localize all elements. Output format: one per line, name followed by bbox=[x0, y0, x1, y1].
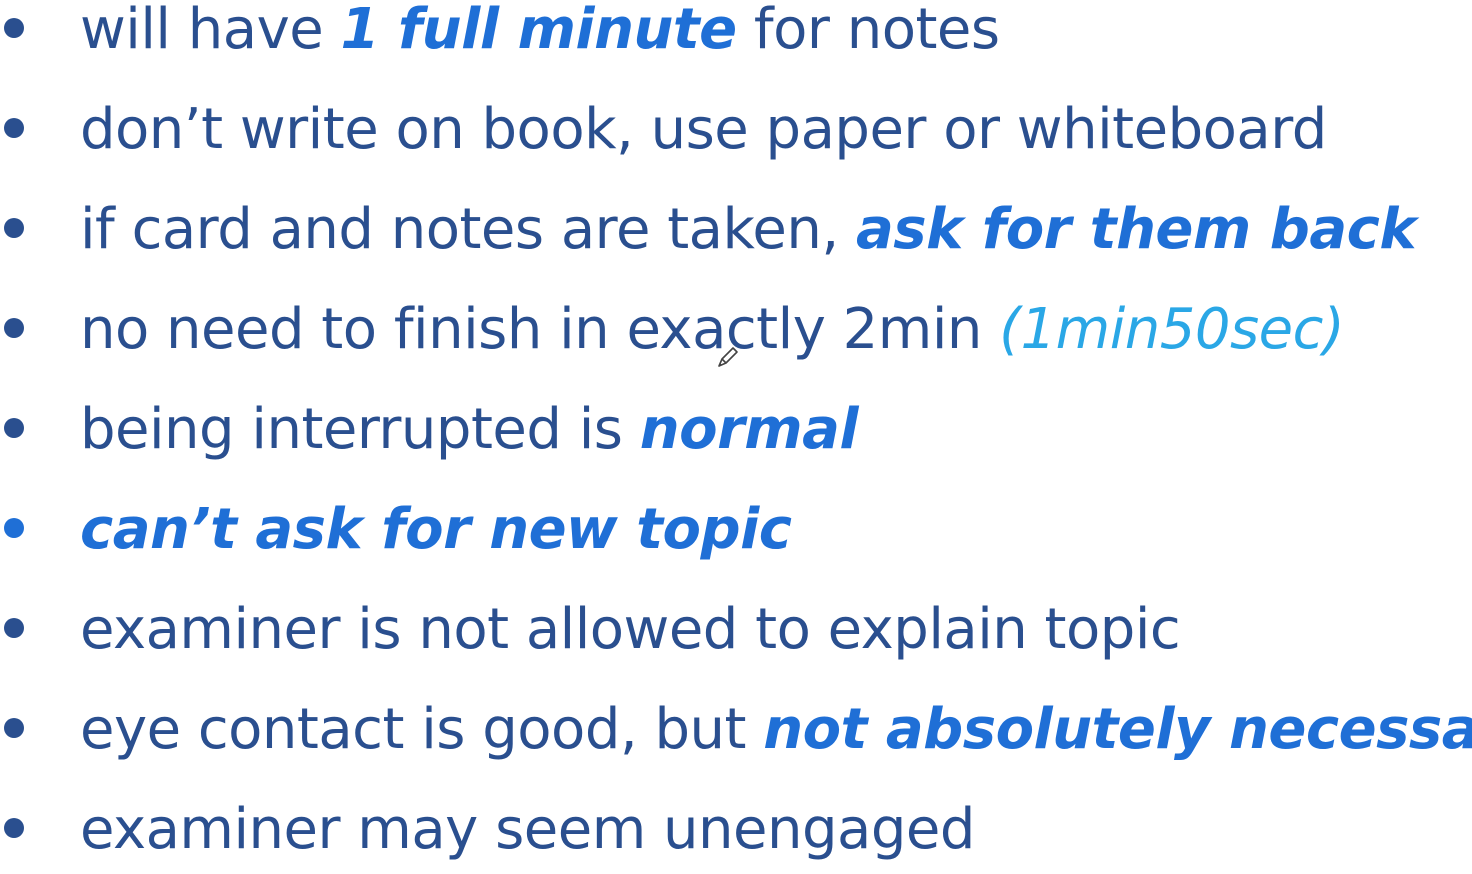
bullet-text: if card and notes are taken, bbox=[80, 197, 856, 262]
bullet-text: will have bbox=[80, 0, 341, 62]
bullet-dot-icon bbox=[4, 718, 24, 738]
bullet-item: being interrupted is normal bbox=[0, 390, 1472, 490]
bullet-dot-icon bbox=[4, 518, 24, 538]
bullet-text: no need to finish in exactly 2min bbox=[80, 297, 1000, 362]
bullet-item: examiner is not allowed to explain topic bbox=[0, 590, 1472, 690]
bullet-dot-icon bbox=[4, 118, 24, 138]
bullet-item: will have 1 full minute for notes bbox=[0, 0, 1472, 90]
bullet-list: will have 1 full minute for notes don’t … bbox=[0, 0, 1472, 874]
bullet-emphasis: normal bbox=[639, 397, 859, 462]
bullet-item: eye contact is good, but not absolutely … bbox=[0, 690, 1472, 790]
bullet-emphasis: can’t ask for new topic bbox=[80, 497, 792, 562]
bullet-item: can’t ask for new topic bbox=[0, 490, 1472, 590]
bullet-item: examiner may seem unengaged bbox=[0, 790, 1472, 874]
bullet-aside: (1min50sec) bbox=[999, 297, 1345, 362]
bullet-dot-icon bbox=[4, 218, 24, 238]
bullet-text: examiner may seem unengaged bbox=[80, 797, 975, 862]
bullet-dot-icon bbox=[4, 418, 24, 438]
bullet-item: no need to finish in exactly 2min (1min5… bbox=[0, 290, 1472, 390]
bullet-dot-icon bbox=[4, 318, 24, 338]
bullet-dot-icon bbox=[4, 18, 24, 38]
bullet-emphasis: 1 full minute bbox=[340, 0, 737, 62]
bullet-text: for notes bbox=[736, 0, 1000, 62]
bullet-text: eye contact is good, but bbox=[80, 697, 764, 762]
bullet-text: being interrupted is bbox=[80, 397, 640, 462]
bullet-text: examiner is not allowed to explain topic bbox=[80, 597, 1181, 662]
bullet-dot-icon bbox=[4, 618, 24, 638]
bullet-item: don’t write on book, use paper or whiteb… bbox=[0, 90, 1472, 190]
bullet-text: don’t write on book, use paper or whiteb… bbox=[80, 97, 1327, 162]
slide: will have 1 full minute for notes don’t … bbox=[0, 0, 1472, 874]
bullet-emphasis: ask for them back bbox=[855, 197, 1417, 262]
bullet-emphasis: not absolutely necessary bbox=[763, 697, 1472, 762]
bullet-item: if card and notes are taken, ask for the… bbox=[0, 190, 1472, 290]
bullet-dot-icon bbox=[4, 818, 24, 838]
pen-cursor-icon bbox=[718, 347, 738, 367]
